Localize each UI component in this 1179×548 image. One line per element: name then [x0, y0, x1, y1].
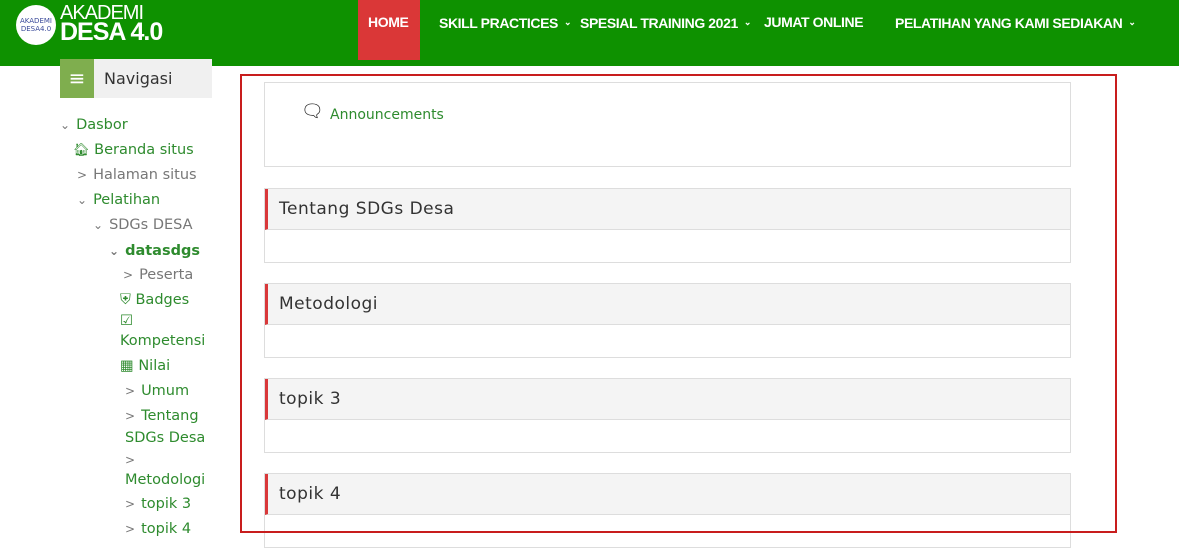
tree-item-datasdgs[interactable]: ⌄ datasdgs: [109, 240, 200, 262]
nav-home[interactable]: HOME: [358, 0, 420, 60]
chevron-down-icon: ⌄: [109, 244, 120, 258]
chevron-right-icon: >: [125, 384, 136, 398]
tree-item-pelatihan[interactable]: ⌄ Pelatihan: [77, 189, 160, 211]
tree-item-halaman[interactable]: > Halaman situs: [77, 164, 197, 186]
tree-item-badges[interactable]: ⛨ Badges: [120, 289, 189, 311]
tree-item-tentang-line2[interactable]: SDGs Desa: [125, 427, 205, 449]
chevron-right-icon: >: [125, 409, 136, 423]
hamburger-icon[interactable]: ≡: [60, 59, 94, 98]
chevron-right-icon: >: [125, 522, 136, 536]
nav-skill-practices[interactable]: SKILL PRACTICES ⌄: [439, 0, 572, 60]
tree-item-kompetensi[interactable]: Kompetensi: [120, 330, 205, 352]
tree-item-dasbor[interactable]: ⌄ Dasbor: [60, 114, 128, 136]
chevron-right-icon: >: [125, 453, 136, 467]
chevron-down-icon: ⌄: [563, 17, 572, 27]
home-icon: 🏠︎: [73, 143, 90, 158]
nav-spesial-training[interactable]: SPESIAL TRAINING 2021 ⌄: [580, 0, 751, 60]
checkbox-icon: ☑: [120, 313, 133, 329]
tree-item-umum[interactable]: > Umum: [125, 380, 189, 402]
chevron-down-icon: ⌄: [743, 17, 752, 27]
tree-item-beranda[interactable]: 🏠︎ Beranda situs: [73, 139, 194, 162]
header: AKADEMI DESA4.0 AKADEMI DESA 4.0 HOME SKIL…: [0, 0, 1179, 66]
nav-jumat-online[interactable]: JUMAT ONLINE: [764, 0, 864, 60]
tree-item-sdgs-desa[interactable]: ⌄ SDGs DESA: [93, 214, 193, 236]
chevron-down-icon: ⌄: [1128, 17, 1136, 27]
tree-item-peserta[interactable]: > Peserta: [123, 264, 193, 286]
navigation-block-header: ≡ Navigasi: [60, 59, 212, 98]
chevron-right-icon: >: [123, 268, 134, 282]
chevron-right-icon: >: [77, 168, 88, 182]
tree-item-metodologi[interactable]: Metodologi: [125, 469, 205, 491]
chevron-right-icon: >: [125, 497, 136, 511]
chevron-down-icon: ⌄: [60, 118, 71, 132]
highlight-box: [240, 74, 1117, 533]
chevron-down-icon: ⌄: [77, 193, 88, 207]
tree-item-tentang[interactable]: > Tentang: [125, 405, 199, 427]
tree-item-topik-4[interactable]: > topik 4: [125, 518, 191, 540]
table-icon: ▦: [120, 358, 134, 374]
navigation-title: Navigasi: [104, 69, 173, 88]
tree-item-topik-3[interactable]: > topik 3: [125, 493, 191, 515]
logo[interactable]: AKADEMI DESA4.0: [16, 5, 56, 45]
shield-icon: ⛨: [120, 292, 131, 308]
tree-item-nilai[interactable]: ▦ Nilai: [120, 355, 170, 377]
chevron-down-icon: ⌄: [93, 218, 104, 232]
logo-text[interactable]: AKADEMI DESA 4.0: [60, 3, 163, 45]
nav-pelatihan[interactable]: PELATIHAN YANG KAMI SEDIAKAN ⌄: [895, 0, 1136, 60]
